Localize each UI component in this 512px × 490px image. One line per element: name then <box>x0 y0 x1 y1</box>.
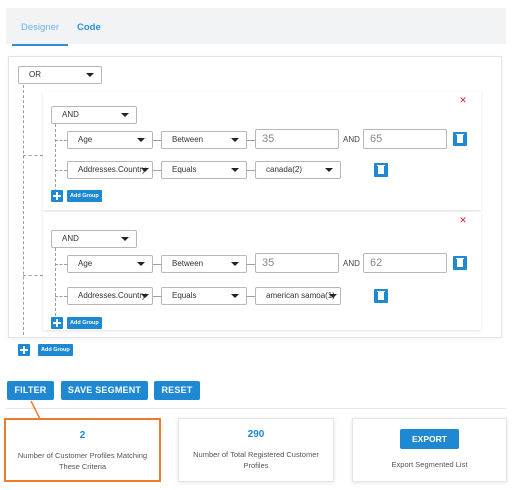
matching-profiles-card: 2 Number of Customer Profiles Matching T… <box>4 418 161 482</box>
add-rule-icon[interactable] <box>51 190 63 202</box>
condition-select[interactable]: Between <box>161 131 247 149</box>
connector-line <box>247 170 255 171</box>
chevron-down-icon <box>121 237 129 241</box>
group-tree-line <box>55 248 56 316</box>
delete-rule-icon[interactable] <box>374 163 388 177</box>
rule-branch <box>55 140 67 141</box>
rule-branch <box>55 264 67 265</box>
divider <box>6 408 506 409</box>
chevron-down-icon <box>141 168 149 172</box>
connector-line <box>153 140 161 141</box>
group-operator-select[interactable]: AND <box>51 230 137 248</box>
value-select-value: canada(2) <box>266 165 303 174</box>
value-from-input[interactable]: 35 <box>255 253 339 273</box>
add-group-button[interactable]: Add Group <box>67 317 102 329</box>
rule-branch <box>55 296 67 297</box>
condition-value: Between <box>172 135 204 144</box>
field-select[interactable]: Addresses.Country <box>67 287 153 305</box>
connector-line <box>247 264 255 265</box>
root-branch-2 <box>23 275 43 276</box>
field-value: Addresses.Country <box>78 291 147 300</box>
total-label: Number of Total Registered Customer Prof… <box>193 450 319 470</box>
value-select[interactable]: american samoa(1) <box>255 287 341 305</box>
export-button[interactable]: EXPORT <box>400 429 459 449</box>
chevron-down-icon <box>121 113 129 117</box>
tab-designer[interactable]: Designer <box>11 22 69 46</box>
chevron-down-icon <box>325 168 333 172</box>
export-card: EXPORT Export Segmented List <box>352 418 507 482</box>
query-builder: OR ✕ AND Age Between 35 AND 65 Addresses… <box>8 56 502 338</box>
value-select[interactable]: canada(2) <box>255 161 341 179</box>
value-to-input[interactable]: 65 <box>363 129 447 149</box>
chevron-down-icon <box>141 294 149 298</box>
chevron-down-icon <box>86 73 94 77</box>
add-group-button[interactable]: Add Group <box>67 190 102 202</box>
group-operator-value: AND <box>62 110 79 119</box>
delete-rule-icon[interactable] <box>453 256 467 270</box>
chevron-down-icon <box>137 262 145 266</box>
root-operator-select[interactable]: OR <box>18 66 102 84</box>
between-and-label: AND <box>343 259 360 268</box>
field-select[interactable]: Age <box>67 255 153 273</box>
total-count: 290 <box>247 429 265 440</box>
condition-value: Between <box>172 259 204 268</box>
chevron-down-icon <box>231 138 239 142</box>
chevron-down-icon <box>137 138 145 142</box>
condition-value: Equals <box>172 165 197 174</box>
root-tree-line <box>23 85 24 335</box>
field-value: Addresses.Country <box>78 165 147 174</box>
close-icon[interactable]: ✕ <box>459 216 467 225</box>
condition-value: Equals <box>172 291 197 300</box>
delete-rule-icon[interactable] <box>374 289 388 303</box>
root-operator-value: OR <box>29 70 41 79</box>
connector-line <box>153 264 161 265</box>
matching-count: 2 <box>79 430 86 441</box>
save-segment-button[interactable]: SAVE SEGMENT <box>61 381 148 400</box>
matching-label: Number of Customer Profiles Matching The… <box>17 451 148 471</box>
callout-pointer <box>30 400 41 420</box>
filter-button[interactable]: FILTER <box>7 381 54 400</box>
field-value: Age <box>78 135 93 144</box>
delete-rule-icon[interactable] <box>453 132 467 146</box>
connector-line <box>247 140 255 141</box>
group-operator-select[interactable]: AND <box>51 106 137 124</box>
condition-select[interactable]: Equals <box>161 161 247 179</box>
field-select[interactable]: Age <box>67 131 153 149</box>
total-profiles-card: 290 Number of Total Registered Customer … <box>178 418 334 482</box>
value-to-input[interactable]: 62 <box>363 253 447 273</box>
root-add-group-button[interactable]: Add Group <box>38 344 73 356</box>
rule-group-1: ✕ AND Age Between 35 AND 65 Addresses.Co… <box>43 92 481 210</box>
root-branch-1 <box>23 155 43 156</box>
chevron-down-icon <box>329 294 337 298</box>
chevron-down-icon <box>231 294 239 298</box>
rule-branch <box>55 170 67 171</box>
group-tree-line <box>55 124 56 192</box>
field-select[interactable]: Addresses.Country <box>67 161 153 179</box>
connector-line <box>247 296 255 297</box>
connector-line <box>153 296 161 297</box>
value-select-value: american samoa(1) <box>266 291 335 300</box>
close-icon[interactable]: ✕ <box>459 96 467 105</box>
condition-select[interactable]: Equals <box>161 287 247 305</box>
value-from-input[interactable]: 35 <box>255 129 339 149</box>
add-rule-icon[interactable] <box>51 317 63 329</box>
root-add-rule-icon[interactable] <box>18 344 30 356</box>
tab-code[interactable]: Code <box>77 22 101 33</box>
reset-button[interactable]: RESET <box>154 381 200 400</box>
export-label: Export Segmented List <box>391 460 468 469</box>
tab-bar: Designer Code <box>6 8 506 46</box>
condition-select[interactable]: Between <box>161 255 247 273</box>
chevron-down-icon <box>231 262 239 266</box>
group-operator-value: AND <box>62 234 79 243</box>
connector-line <box>153 170 161 171</box>
between-and-label: AND <box>343 135 360 144</box>
rule-group-2: ✕ AND Age Between 35 AND 62 Addresses.Co… <box>43 212 481 330</box>
chevron-down-icon <box>231 168 239 172</box>
field-value: Age <box>78 259 93 268</box>
